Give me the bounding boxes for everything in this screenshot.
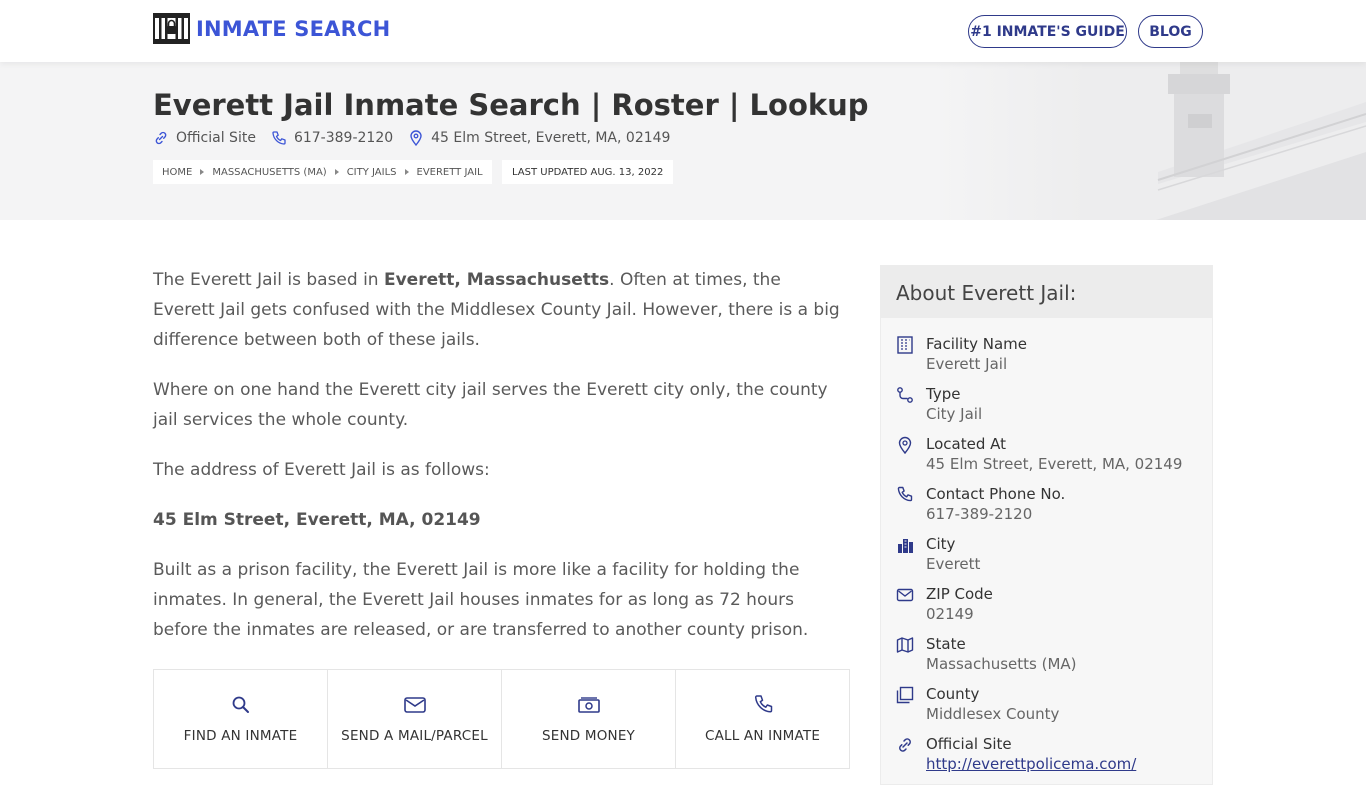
location-bold: Everett, Massachusetts <box>383 270 610 290</box>
building-icon <box>897 336 913 354</box>
copy-icon <box>896 686 914 704</box>
address-paragraph: 45 Elm Street, Everett, MA, 02149 <box>153 510 481 530</box>
call-inmate-tile[interactable]: CALL AN INMATE <box>676 670 849 768</box>
link-icon <box>899 738 911 752</box>
sidebar-title: About Everett Jail: <box>881 266 1212 318</box>
page-hero: Everett Jail Inmate Search | Roster | Lo… <box>0 62 1366 220</box>
link-icon <box>155 131 167 145</box>
phone-number: 617-389-2120 <box>293 130 394 146</box>
map-icon <box>896 637 914 653</box>
tile-label: SEND A MAIL/PARCEL <box>341 728 488 744</box>
last-updated-badge: LAST UPDATED AUG. 13, 2022 <box>502 160 674 184</box>
phone-link[interactable]: 617-389-2120 <box>271 130 393 146</box>
about-facility-sidebar: About Everett Jail: Facility Name Everet… <box>880 265 1213 785</box>
prison-tower-background-image <box>936 62 1366 220</box>
description-paragraph: Built as a prison facility, the Everett … <box>153 560 809 640</box>
action-tiles: FIND AN INMATE SEND A MAIL/PARCEL SEND M… <box>153 669 850 769</box>
location-pin-icon <box>410 130 422 146</box>
facility-meta: Official Site 617-389-2120 45 Elm Street… <box>153 130 685 146</box>
find-inmate-tile[interactable]: FIND AN INMATE <box>154 670 328 768</box>
official-site-label: Official Site <box>176 130 256 146</box>
address-text: 45 Elm Street, Everett, MA, 02149 <box>431 130 671 146</box>
phone-icon <box>272 131 286 145</box>
comparison-paragraph: Where on one hand the Everett city jail … <box>153 380 828 430</box>
facility-details-list: Facility Name Everett Jail Type City Jai… <box>881 318 1212 784</box>
address-intro-paragraph: The address of Everett Jail is as follow… <box>153 460 490 480</box>
top-navbar: INMATE SEARCH #1 INMATE'S GUIDE BLOG <box>0 0 1366 62</box>
jail-cell-logo-icon <box>153 13 190 44</box>
blog-button[interactable]: BLOG <box>1138 15 1203 48</box>
site-logo[interactable]: INMATE SEARCH <box>153 13 390 44</box>
detail-phone: Contact Phone No. 617-389-2120 <box>881 484 1212 534</box>
page-title: Everett Jail Inmate Search | Roster | Lo… <box>153 88 869 122</box>
inmates-guide-button[interactable]: #1 INMATE'S GUIDE <box>968 15 1127 48</box>
search-icon <box>232 696 249 713</box>
detail-official-site: Official Site http://everettpolicema.com… <box>881 734 1212 784</box>
breadcrumb-city-jails[interactable]: CITY JAILS <box>347 167 397 178</box>
breadcrumb-home[interactable]: HOME <box>162 167 192 178</box>
phone-icon <box>754 695 772 713</box>
location-pin-icon <box>898 436 912 454</box>
city-icon <box>898 539 913 553</box>
detail-city: City Everett <box>881 534 1212 584</box>
intro-paragraph: The Everett Jail is based in Everett, Ma… <box>153 270 840 350</box>
detail-state: State Massachusetts (MA) <box>881 634 1212 684</box>
address-item: 45 Elm Street, Everett, MA, 02149 <box>408 130 670 146</box>
route-icon <box>897 387 913 403</box>
mail-icon <box>403 697 426 713</box>
tile-label: CALL AN INMATE <box>704 728 821 744</box>
detail-county: County Middlesex County <box>881 684 1212 734</box>
phone-icon <box>897 486 913 502</box>
official-site-link[interactable]: Official Site <box>153 130 256 146</box>
detail-located-at: Located At 45 Elm Street, Everett, MA, 0… <box>881 434 1212 484</box>
article-body: The Everett Jail is based in Everett, Ma… <box>153 265 853 665</box>
envelope-icon <box>896 588 914 602</box>
send-mail-tile[interactable]: SEND A MAIL/PARCEL <box>328 670 502 768</box>
logo-text: INMATE SEARCH <box>196 16 391 41</box>
breadcrumb-separator-icon <box>334 169 339 175</box>
money-icon <box>577 697 600 713</box>
detail-zip-code: ZIP Code 02149 <box>881 584 1212 634</box>
detail-type: Type City Jail <box>881 384 1212 434</box>
detail-facility-name: Facility Name Everett Jail <box>881 334 1212 384</box>
send-money-tile[interactable]: SEND MONEY <box>502 670 676 768</box>
breadcrumb-current[interactable]: EVERETT JAIL <box>417 167 483 178</box>
official-site-url-link[interactable]: http://everettpolicema.com/ <box>926 755 1136 773</box>
breadcrumb: HOME MASSACHUSETTS (MA) CITY JAILS EVERE… <box>153 160 492 184</box>
tile-label: SEND MONEY <box>541 728 636 744</box>
breadcrumb-separator-icon <box>200 169 205 175</box>
breadcrumb-state[interactable]: MASSACHUSETTS (MA) <box>212 167 326 178</box>
breadcrumb-separator-icon <box>404 169 409 175</box>
tile-label: FIND AN INMATE <box>183 728 298 744</box>
